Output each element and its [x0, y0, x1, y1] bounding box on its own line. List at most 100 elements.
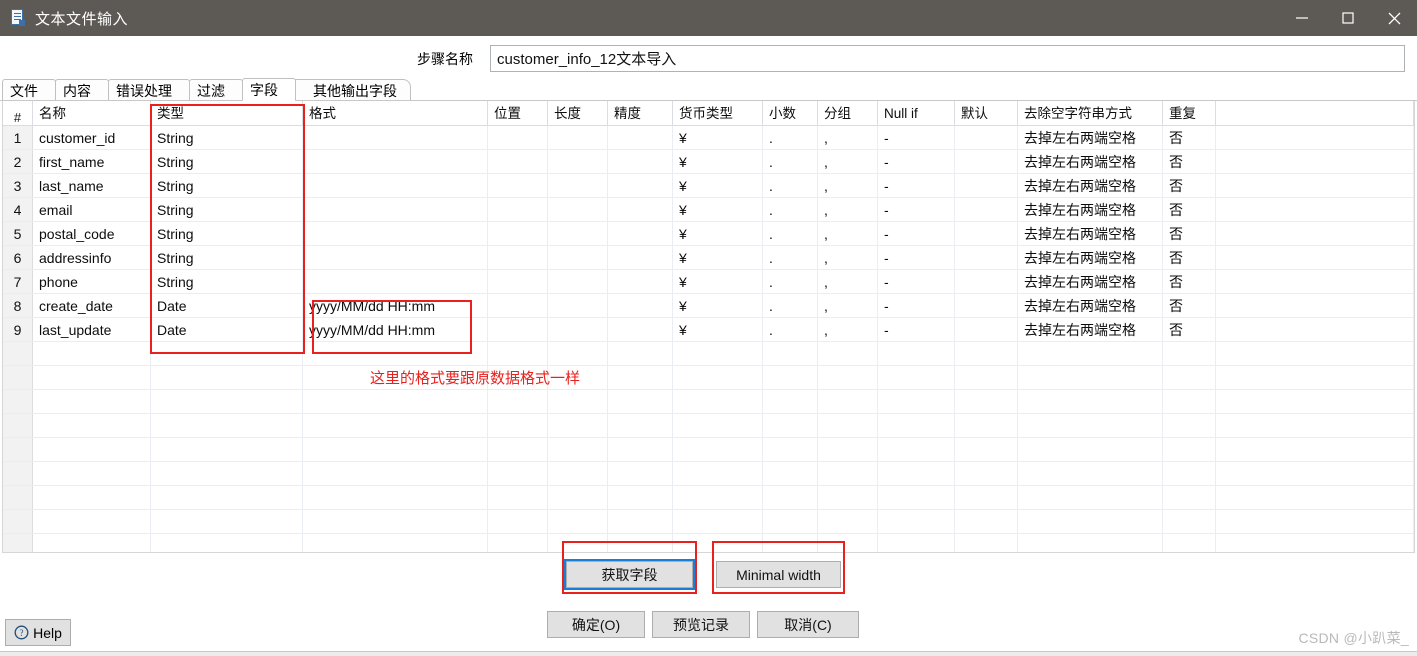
- cell-currency[interactable]: ¥: [673, 294, 763, 317]
- empty-cell[interactable]: [151, 342, 303, 365]
- empty-cell[interactable]: [3, 462, 33, 485]
- table-row[interactable]: 1 customer_id String ¥., - 去掉左右两端空格否: [3, 126, 1414, 150]
- cell-group[interactable]: ,: [818, 198, 878, 221]
- empty-cell[interactable]: [955, 486, 1018, 509]
- table-row[interactable]: 4 email String ¥., - 去掉左右两端空格否: [3, 198, 1414, 222]
- cell-length[interactable]: [548, 126, 608, 149]
- empty-cell[interactable]: [1018, 534, 1163, 552]
- cell-name[interactable]: addressinfo: [33, 246, 151, 269]
- cell-group[interactable]: ,: [818, 222, 878, 245]
- empty-cell[interactable]: [488, 510, 548, 533]
- cancel-button[interactable]: 取消(C): [757, 611, 859, 638]
- empty-cell[interactable]: [303, 342, 488, 365]
- empty-cell[interactable]: [1163, 534, 1216, 552]
- tab-5[interactable]: 字段: [242, 78, 296, 101]
- empty-cell[interactable]: [818, 366, 878, 389]
- cell-repeat[interactable]: 否: [1163, 174, 1216, 197]
- table-row[interactable]: [3, 534, 1414, 552]
- cell-type[interactable]: Date: [151, 294, 303, 317]
- cell-n[interactable]: 8: [3, 294, 33, 317]
- cell-_pad[interactable]: [1216, 246, 1414, 269]
- empty-cell[interactable]: [878, 438, 955, 461]
- empty-cell[interactable]: [151, 510, 303, 533]
- empty-cell[interactable]: [878, 510, 955, 533]
- cell-default[interactable]: [955, 222, 1018, 245]
- cell-position[interactable]: [488, 198, 548, 221]
- empty-cell[interactable]: [608, 342, 673, 365]
- empty-cell[interactable]: [488, 534, 548, 552]
- empty-cell[interactable]: [673, 510, 763, 533]
- empty-cell[interactable]: [878, 342, 955, 365]
- cell-name[interactable]: last_update: [33, 318, 151, 341]
- cell-position[interactable]: [488, 294, 548, 317]
- empty-cell[interactable]: [818, 438, 878, 461]
- empty-cell[interactable]: [3, 510, 33, 533]
- cell-repeat[interactable]: 否: [1163, 150, 1216, 173]
- cell-n[interactable]: 7: [3, 270, 33, 293]
- cell-length[interactable]: [548, 318, 608, 341]
- empty-cell[interactable]: [1018, 486, 1163, 509]
- empty-cell[interactable]: [1163, 438, 1216, 461]
- cell-repeat[interactable]: 否: [1163, 198, 1216, 221]
- cell-trim[interactable]: 去掉左右两端空格: [1018, 294, 1163, 317]
- empty-cell[interactable]: [151, 390, 303, 413]
- cell-position[interactable]: [488, 270, 548, 293]
- empty-cell[interactable]: [1216, 486, 1414, 509]
- cell-position[interactable]: [488, 318, 548, 341]
- cell-n[interactable]: 1: [3, 126, 33, 149]
- table-row[interactable]: [3, 462, 1414, 486]
- preview-records-button[interactable]: 预览记录: [652, 611, 750, 638]
- cell-nullif[interactable]: -: [878, 198, 955, 221]
- cell-default[interactable]: [955, 246, 1018, 269]
- empty-cell[interactable]: [548, 438, 608, 461]
- table-row[interactable]: [3, 366, 1414, 390]
- empty-cell[interactable]: [548, 414, 608, 437]
- empty-cell[interactable]: [3, 414, 33, 437]
- cell-decimal[interactable]: .: [763, 294, 818, 317]
- cell-currency[interactable]: ¥: [673, 174, 763, 197]
- empty-cell[interactable]: [878, 390, 955, 413]
- cell-n[interactable]: 4: [3, 198, 33, 221]
- cell-type[interactable]: String: [151, 174, 303, 197]
- empty-cell[interactable]: [878, 486, 955, 509]
- cell-n[interactable]: 5: [3, 222, 33, 245]
- cell-trim[interactable]: 去掉左右两端空格: [1018, 270, 1163, 293]
- cell-decimal[interactable]: .: [763, 222, 818, 245]
- cell-repeat[interactable]: 否: [1163, 246, 1216, 269]
- cell-group[interactable]: ,: [818, 246, 878, 269]
- empty-cell[interactable]: [673, 462, 763, 485]
- cell-_pad[interactable]: [1216, 126, 1414, 149]
- cell-repeat[interactable]: 否: [1163, 318, 1216, 341]
- tab-3[interactable]: 错误处理: [108, 79, 190, 101]
- cell-precision[interactable]: [608, 222, 673, 245]
- empty-cell[interactable]: [548, 342, 608, 365]
- cell-length[interactable]: [548, 198, 608, 221]
- cell-nullif[interactable]: -: [878, 150, 955, 173]
- cell-_pad[interactable]: [1216, 294, 1414, 317]
- empty-cell[interactable]: [151, 366, 303, 389]
- empty-cell[interactable]: [818, 510, 878, 533]
- maximize-icon[interactable]: [1325, 0, 1371, 36]
- cell-format[interactable]: [303, 270, 488, 293]
- ok-button[interactable]: 确定(O): [547, 611, 645, 638]
- cell-_pad[interactable]: [1216, 150, 1414, 173]
- cell-position[interactable]: [488, 126, 548, 149]
- empty-cell[interactable]: [3, 390, 33, 413]
- empty-cell[interactable]: [763, 390, 818, 413]
- cell-group[interactable]: ,: [818, 174, 878, 197]
- empty-cell[interactable]: [763, 366, 818, 389]
- empty-cell[interactable]: [1163, 414, 1216, 437]
- cell-trim[interactable]: 去掉左右两端空格: [1018, 174, 1163, 197]
- cell-decimal[interactable]: .: [763, 318, 818, 341]
- cell-precision[interactable]: [608, 150, 673, 173]
- empty-cell[interactable]: [763, 486, 818, 509]
- cell-currency[interactable]: ¥: [673, 150, 763, 173]
- empty-cell[interactable]: [673, 486, 763, 509]
- empty-cell[interactable]: [1018, 390, 1163, 413]
- empty-cell[interactable]: [818, 534, 878, 552]
- empty-cell[interactable]: [1216, 342, 1414, 365]
- empty-cell[interactable]: [3, 534, 33, 552]
- cell-precision[interactable]: [608, 270, 673, 293]
- empty-cell[interactable]: [548, 390, 608, 413]
- empty-cell[interactable]: [488, 342, 548, 365]
